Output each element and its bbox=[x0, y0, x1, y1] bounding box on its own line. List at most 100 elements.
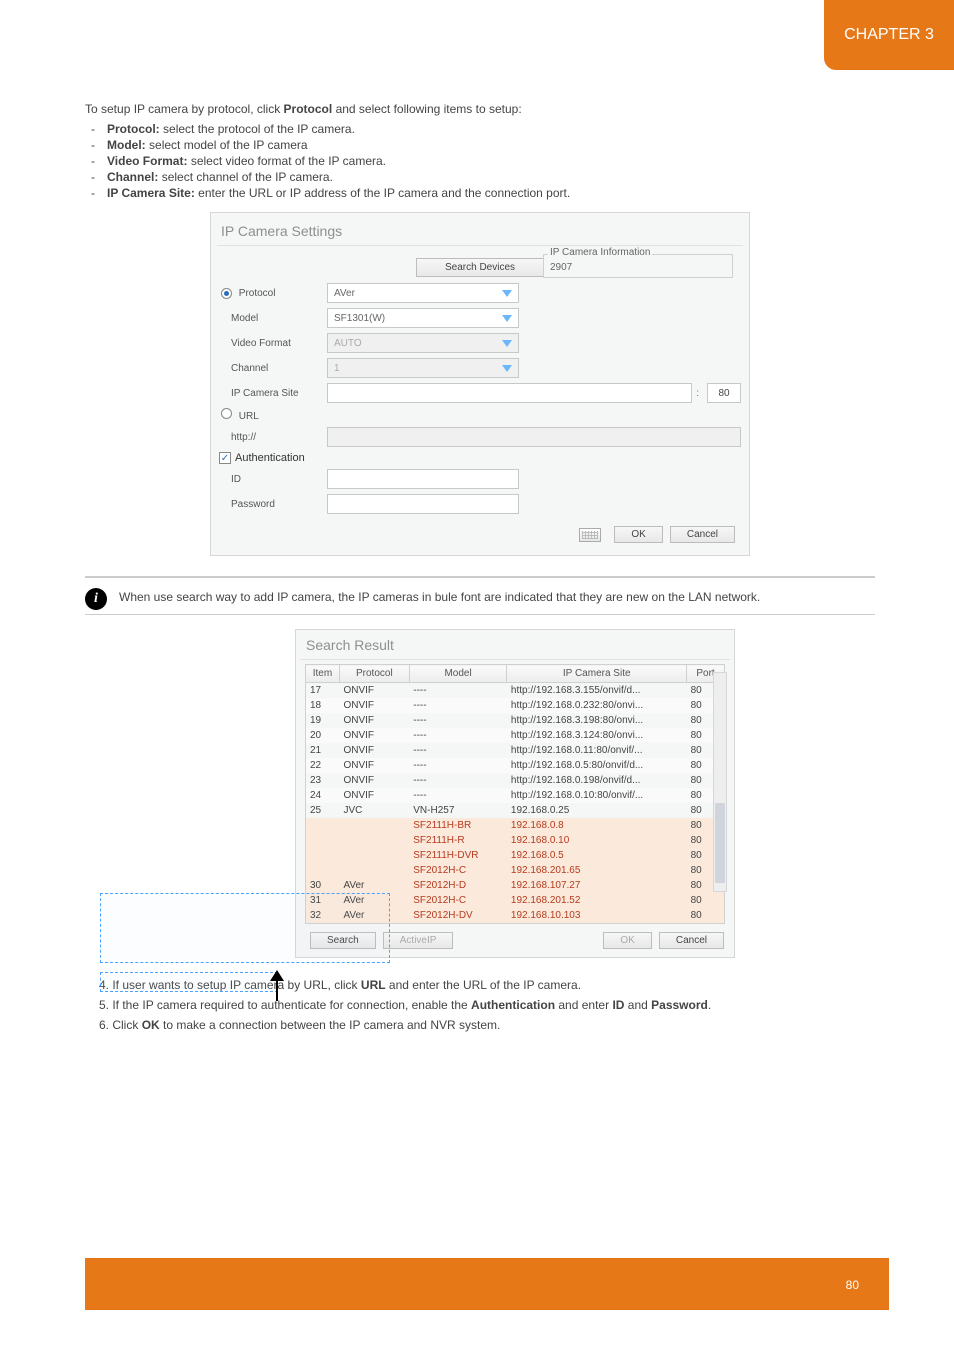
search-devices-button[interactable]: Search Devices bbox=[416, 258, 544, 277]
site-input[interactable] bbox=[327, 383, 692, 403]
chevron-down-icon bbox=[502, 340, 512, 347]
divider bbox=[85, 614, 875, 615]
row-site: 192.168.0.10 bbox=[507, 833, 687, 848]
row-model: ---- bbox=[409, 728, 507, 743]
row-model: ---- bbox=[409, 683, 507, 699]
scrollbar[interactable] bbox=[713, 672, 727, 892]
table-row[interactable]: 23ONVIF----http://192.168.0.198/onvif/d.… bbox=[306, 773, 725, 788]
row-model: ---- bbox=[409, 788, 507, 803]
chevron-down-icon bbox=[502, 365, 512, 372]
table-row[interactable]: 20ONVIF----http://192.168.3.124:80/onvi.… bbox=[306, 728, 725, 743]
table-row[interactable]: SF2111H-DVR192.168.0.580 bbox=[306, 848, 725, 863]
ip-camera-settings-dialog: IP Camera Settings IP Camera Information… bbox=[210, 212, 750, 556]
auth-checkbox[interactable]: ✓ Authentication bbox=[219, 452, 305, 464]
password-input[interactable] bbox=[327, 494, 519, 514]
intro-seg-1: To setup IP camera by protocol, click bbox=[85, 102, 280, 116]
annotation-box-1 bbox=[100, 893, 390, 963]
row-port: 80 bbox=[687, 893, 725, 908]
row-model: SF2111H-DVR bbox=[409, 848, 507, 863]
video-format-select[interactable]: AUTO bbox=[327, 333, 519, 353]
row-site: http://192.168.3.198:80/onvi... bbox=[507, 713, 687, 728]
table-row[interactable]: SF2111H-BR192.168.0.880 bbox=[306, 818, 725, 833]
url-input[interactable] bbox=[327, 427, 741, 447]
row-model: SF2111H-R bbox=[409, 833, 507, 848]
row-item: 22 bbox=[306, 758, 340, 773]
channel-label: Channel bbox=[219, 363, 327, 374]
row-model: SF2111H-BR bbox=[409, 818, 507, 833]
site-label: IP Camera Site bbox=[219, 388, 327, 399]
table-row[interactable]: 25JVCVN-H257192.168.0.2580 bbox=[306, 803, 725, 818]
url-radio[interactable]: URL bbox=[219, 408, 327, 422]
row-item: 17 bbox=[306, 683, 340, 699]
search-result-table: Item Protocol Model IP Camera Site Port … bbox=[305, 664, 725, 924]
table-row[interactable]: 21ONVIF----http://192.168.0.11:80/onvif/… bbox=[306, 743, 725, 758]
dialog-title: IP Camera Settings bbox=[217, 219, 743, 246]
row-site: http://192.168.0.5:80/onvif/d... bbox=[507, 758, 687, 773]
annotation-box-2 bbox=[100, 972, 278, 992]
intro-text: To setup IP camera by protocol, click Pr… bbox=[85, 102, 875, 116]
ok-button[interactable]: OK bbox=[614, 526, 662, 543]
row-protocol: AVer bbox=[339, 878, 409, 893]
row-item: 23 bbox=[306, 773, 340, 788]
keyboard-icon[interactable] bbox=[579, 528, 601, 542]
table-row[interactable]: 22ONVIF----http://192.168.0.5:80/onvif/d… bbox=[306, 758, 725, 773]
row-protocol: ONVIF bbox=[339, 758, 409, 773]
intro-bullets: Protocol: select the protocol of the IP … bbox=[85, 122, 875, 200]
protocol-radio[interactable]: Protocol bbox=[219, 288, 327, 299]
col-protocol[interactable]: Protocol bbox=[339, 665, 409, 683]
row-protocol: ONVIF bbox=[339, 788, 409, 803]
table-row[interactable]: 24ONVIF----http://192.168.0.10:80/onvif/… bbox=[306, 788, 725, 803]
row-site: http://192.168.0.232:80/onvi... bbox=[507, 698, 687, 713]
row-item: 18 bbox=[306, 698, 340, 713]
table-row[interactable]: 19ONVIF----http://192.168.3.198:80/onvi.… bbox=[306, 713, 725, 728]
row-item bbox=[306, 863, 340, 878]
password-label: Password bbox=[219, 499, 327, 510]
ip-camera-info-value: 2907 bbox=[550, 262, 726, 273]
row-site: 192.168.201.52 bbox=[507, 893, 687, 908]
row-site: 192.168.0.5 bbox=[507, 848, 687, 863]
row-site: 192.168.0.25 bbox=[507, 803, 687, 818]
channel-select[interactable]: 1 bbox=[327, 358, 519, 378]
table-row[interactable]: 18ONVIF----http://192.168.0.232:80/onvi.… bbox=[306, 698, 725, 713]
port-input[interactable]: 80 bbox=[707, 383, 741, 403]
scrollbar-thumb[interactable] bbox=[715, 803, 725, 883]
row-item: 19 bbox=[306, 713, 340, 728]
table-row[interactable]: SF2012H-C192.168.201.6580 bbox=[306, 863, 725, 878]
table-row[interactable]: 17ONVIF----http://192.168.3.155/onvif/d.… bbox=[306, 683, 725, 699]
row-protocol: ONVIF bbox=[339, 713, 409, 728]
row-model: SF2012H-D bbox=[409, 878, 507, 893]
cancel-button[interactable]: Cancel bbox=[670, 526, 735, 543]
row-model: ---- bbox=[409, 698, 507, 713]
row-site: http://192.168.0.11:80/onvif/... bbox=[507, 743, 687, 758]
row-model: ---- bbox=[409, 713, 507, 728]
table-row[interactable]: 30AVerSF2012H-D192.168.107.2780 bbox=[306, 878, 725, 893]
row-item: 30 bbox=[306, 878, 340, 893]
row-site: 192.168.107.27 bbox=[507, 878, 687, 893]
search-result-title: Search Result bbox=[300, 634, 730, 660]
port-colon: : bbox=[696, 388, 699, 399]
row-model: ---- bbox=[409, 773, 507, 788]
protocol-select[interactable]: AVer bbox=[327, 283, 519, 303]
annotation-arrow-icon bbox=[270, 970, 284, 981]
col-model[interactable]: Model bbox=[409, 665, 507, 683]
col-site[interactable]: IP Camera Site bbox=[507, 665, 687, 683]
intro-seg-bold: Protocol bbox=[284, 102, 333, 116]
row-item bbox=[306, 848, 340, 863]
ip-camera-info-title: IP Camera Information bbox=[548, 247, 652, 258]
activeip-button[interactable]: ActiveIP bbox=[383, 932, 454, 949]
col-item[interactable]: Item bbox=[306, 665, 340, 683]
ok-button-2[interactable]: OK bbox=[603, 932, 651, 949]
row-port: 80 bbox=[687, 908, 725, 924]
row-protocol bbox=[339, 818, 409, 833]
table-row[interactable]: SF2111H-R192.168.0.1080 bbox=[306, 833, 725, 848]
id-input[interactable] bbox=[327, 469, 519, 489]
row-protocol bbox=[339, 848, 409, 863]
row-item bbox=[306, 818, 340, 833]
chevron-down-icon bbox=[502, 290, 512, 297]
model-select[interactable]: SF1301(W) bbox=[327, 308, 519, 328]
info-icon: i bbox=[85, 588, 107, 610]
radio-off-icon bbox=[221, 408, 232, 419]
cancel-button-2[interactable]: Cancel bbox=[659, 932, 724, 949]
video-format-label: Video Format bbox=[219, 338, 327, 349]
checkmark-icon: ✓ bbox=[219, 452, 231, 464]
